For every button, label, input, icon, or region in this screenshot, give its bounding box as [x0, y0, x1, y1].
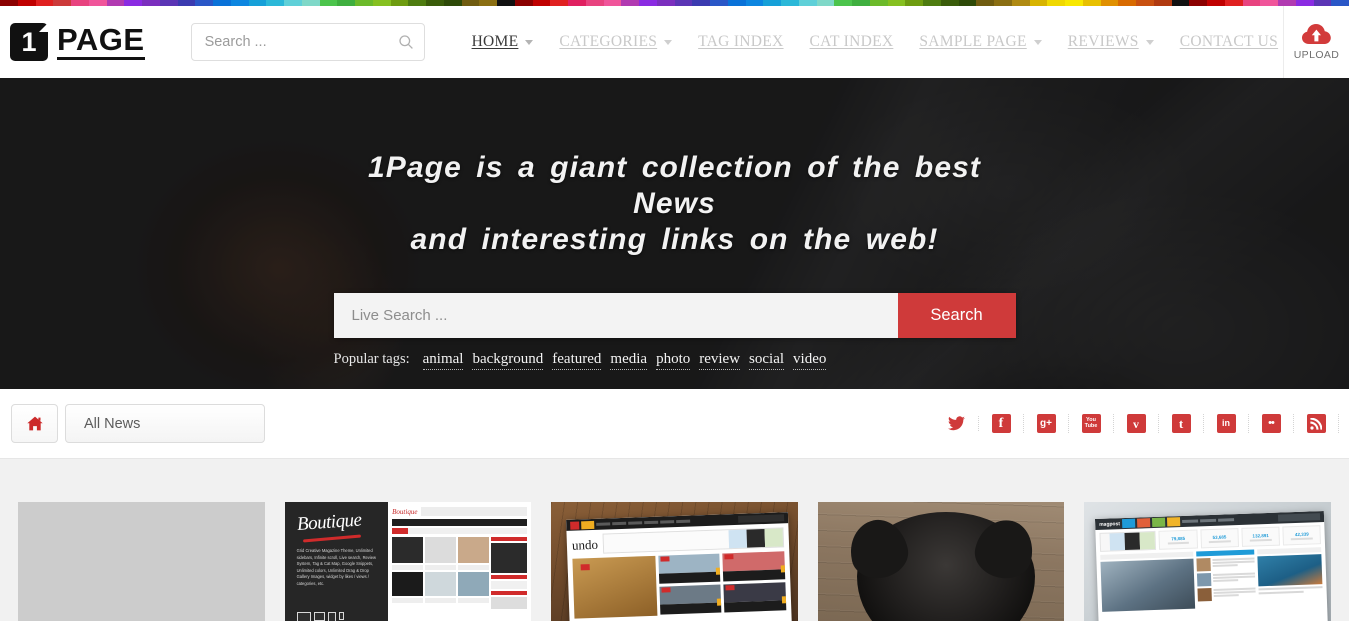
social-link-tumblr[interactable]: t	[1159, 414, 1204, 433]
breadcrumb-current[interactable]: All News	[65, 404, 265, 443]
chevron-down-icon[interactable]	[1145, 39, 1154, 45]
cloud-upload-icon	[1302, 23, 1331, 44]
nav-item-label: CAT INDEX	[809, 33, 894, 50]
breadcrumb-home-button[interactable]	[11, 404, 58, 443]
magpost-browser-mockup: magpost 79,885 53,685 132,891 42,339	[1094, 510, 1329, 621]
chevron-down-icon[interactable]	[525, 39, 534, 45]
nav-item-label: TAG INDEX	[698, 33, 784, 50]
logo-text: PAGE	[57, 23, 145, 61]
linkedin-icon: in	[1216, 414, 1236, 433]
hero-section: 1Page is a giant collection of the best …	[0, 78, 1349, 389]
nav-item-contact-us[interactable]: CONTACT US	[1167, 33, 1291, 51]
social-link-facebook[interactable]: f	[979, 414, 1024, 433]
boutique-device-icons	[296, 612, 380, 621]
upload-label: UPLOAD	[1293, 48, 1340, 61]
hero-search-button[interactable]: Search	[897, 293, 1016, 338]
thumbnail-image-undo[interactable]: undo	[551, 502, 798, 621]
nav-item-label: CATEGORIES	[559, 33, 658, 50]
popular-tag-media[interactable]: media	[610, 351, 648, 370]
tumblr-icon: t	[1171, 414, 1191, 433]
breadcrumb-bar: All News f g+ You Tube v t in ••	[0, 389, 1349, 459]
chevron-down-icon[interactable]	[1033, 39, 1042, 45]
social-link-flickr[interactable]: ••	[1249, 414, 1294, 433]
boutique-mini-subnav	[392, 528, 528, 534]
thumbnail-cell[interactable]	[8, 502, 275, 621]
boutique-logo: Boutique	[295, 509, 362, 535]
nav-item-label: HOME	[471, 33, 519, 50]
social-link-twitter[interactable]	[934, 416, 979, 431]
thumbnail-row: Boutique Grid Creative Magazine Theme, U…	[0, 502, 1349, 621]
site-header: 1 PAGE HOME CATEGORIES TAG INDEX CAT INDEX S…	[0, 6, 1349, 78]
boutique-mini-logo: Boutique	[392, 507, 418, 516]
search-icon[interactable]	[398, 34, 414, 50]
boutique-underline	[302, 534, 361, 543]
main-navigation: HOME CATEGORIES TAG INDEX CAT INDEX SAMPLE P…	[459, 33, 1292, 51]
upload-button[interactable]: UPLOAD	[1283, 6, 1349, 78]
social-link-linkedin[interactable]: in	[1204, 414, 1249, 433]
thumbnail-cell[interactable]: undo	[541, 502, 808, 621]
rss-icon	[1306, 414, 1326, 433]
thumbnail-cell[interactable]	[808, 502, 1075, 621]
hero-headline-line2: and interesting links on the web!	[410, 223, 939, 256]
google-plus-icon: g+	[1036, 414, 1056, 433]
thumbnail-image-magpost[interactable]: magpost 79,885 53,685 132,891 42,339	[1084, 502, 1331, 621]
social-links: f g+ You Tube v t in ••	[934, 414, 1339, 433]
site-logo[interactable]: 1 PAGE	[10, 23, 145, 61]
popular-tag-background[interactable]: background	[472, 351, 544, 370]
popular-tags: Popular tags: animal background featured me…	[334, 351, 1016, 370]
popular-tag-featured[interactable]: featured	[552, 351, 602, 370]
logo-mark: 1	[10, 23, 48, 61]
hero-headline-line1: 1Page is a giant collection of the best …	[367, 151, 982, 220]
nav-item-tag-index[interactable]: TAG INDEX	[685, 33, 796, 51]
live-search-input[interactable]	[333, 293, 898, 338]
nav-item-label: REVIEWS	[1067, 33, 1139, 50]
nav-item-home[interactable]: HOME	[459, 33, 547, 51]
hero-headline: 1Page is a giant collection of the best …	[365, 150, 985, 258]
popular-tags-label: Popular tags:	[333, 351, 410, 367]
popular-tag-video[interactable]: video	[793, 351, 827, 370]
thumbnail-image-dog[interactable]	[817, 502, 1065, 621]
home-icon	[26, 416, 43, 431]
hero-search-bar: Search	[333, 293, 1016, 338]
magpost-logo: magpost	[1098, 520, 1120, 527]
boutique-mini-nav	[392, 519, 528, 526]
social-link-youtube[interactable]: You Tube	[1069, 414, 1114, 433]
vimeo-icon: v	[1126, 414, 1146, 433]
nav-item-label: SAMPLE PAGE	[919, 33, 1027, 50]
undo-browser-mockup: undo	[566, 511, 793, 621]
nav-item-categories[interactable]: CATEGORIES	[546, 33, 685, 51]
boutique-mini-grid	[392, 537, 528, 609]
flickr-icon: ••	[1261, 414, 1281, 433]
boutique-copy: Grid Creative Magazine Theme, Unlimited …	[296, 548, 377, 586]
nav-item-sample-page[interactable]: SAMPLE PAGE	[906, 33, 1054, 51]
thumbnail-cell[interactable]: magpost 79,885 53,685 132,891 42,339	[1074, 502, 1341, 621]
search-input[interactable]	[204, 34, 398, 50]
header-search[interactable]	[190, 23, 425, 61]
thumbnail-cell[interactable]: Boutique Grid Creative Magazine Theme, U…	[275, 502, 542, 621]
boutique-mini-search	[421, 507, 528, 516]
content-area: Boutique Grid Creative Magazine Theme, U…	[0, 459, 1349, 621]
undo-logo: undo	[572, 536, 599, 552]
chevron-down-icon[interactable]	[664, 39, 673, 45]
thumbnail-image-placeholder[interactable]	[18, 502, 265, 621]
thumbnail-image-boutique[interactable]: Boutique Grid Creative Magazine Theme, U…	[284, 502, 532, 621]
twitter-icon	[947, 416, 965, 431]
popular-tag-review[interactable]: review	[699, 351, 741, 370]
social-link-google-plus[interactable]: g+	[1024, 414, 1069, 433]
popular-tag-animal[interactable]: animal	[422, 351, 464, 370]
social-link-vimeo[interactable]: v	[1114, 414, 1159, 433]
youtube-icon: You Tube	[1081, 414, 1101, 433]
popular-tag-photo[interactable]: photo	[656, 351, 691, 370]
nav-item-cat-index[interactable]: CAT INDEX	[797, 33, 907, 51]
popular-tag-social[interactable]: social	[749, 351, 785, 370]
nav-item-reviews[interactable]: REVIEWS	[1055, 33, 1167, 51]
social-link-rss[interactable]	[1294, 414, 1339, 433]
nav-item-label: CONTACT US	[1179, 33, 1279, 50]
facebook-icon: f	[991, 414, 1011, 433]
